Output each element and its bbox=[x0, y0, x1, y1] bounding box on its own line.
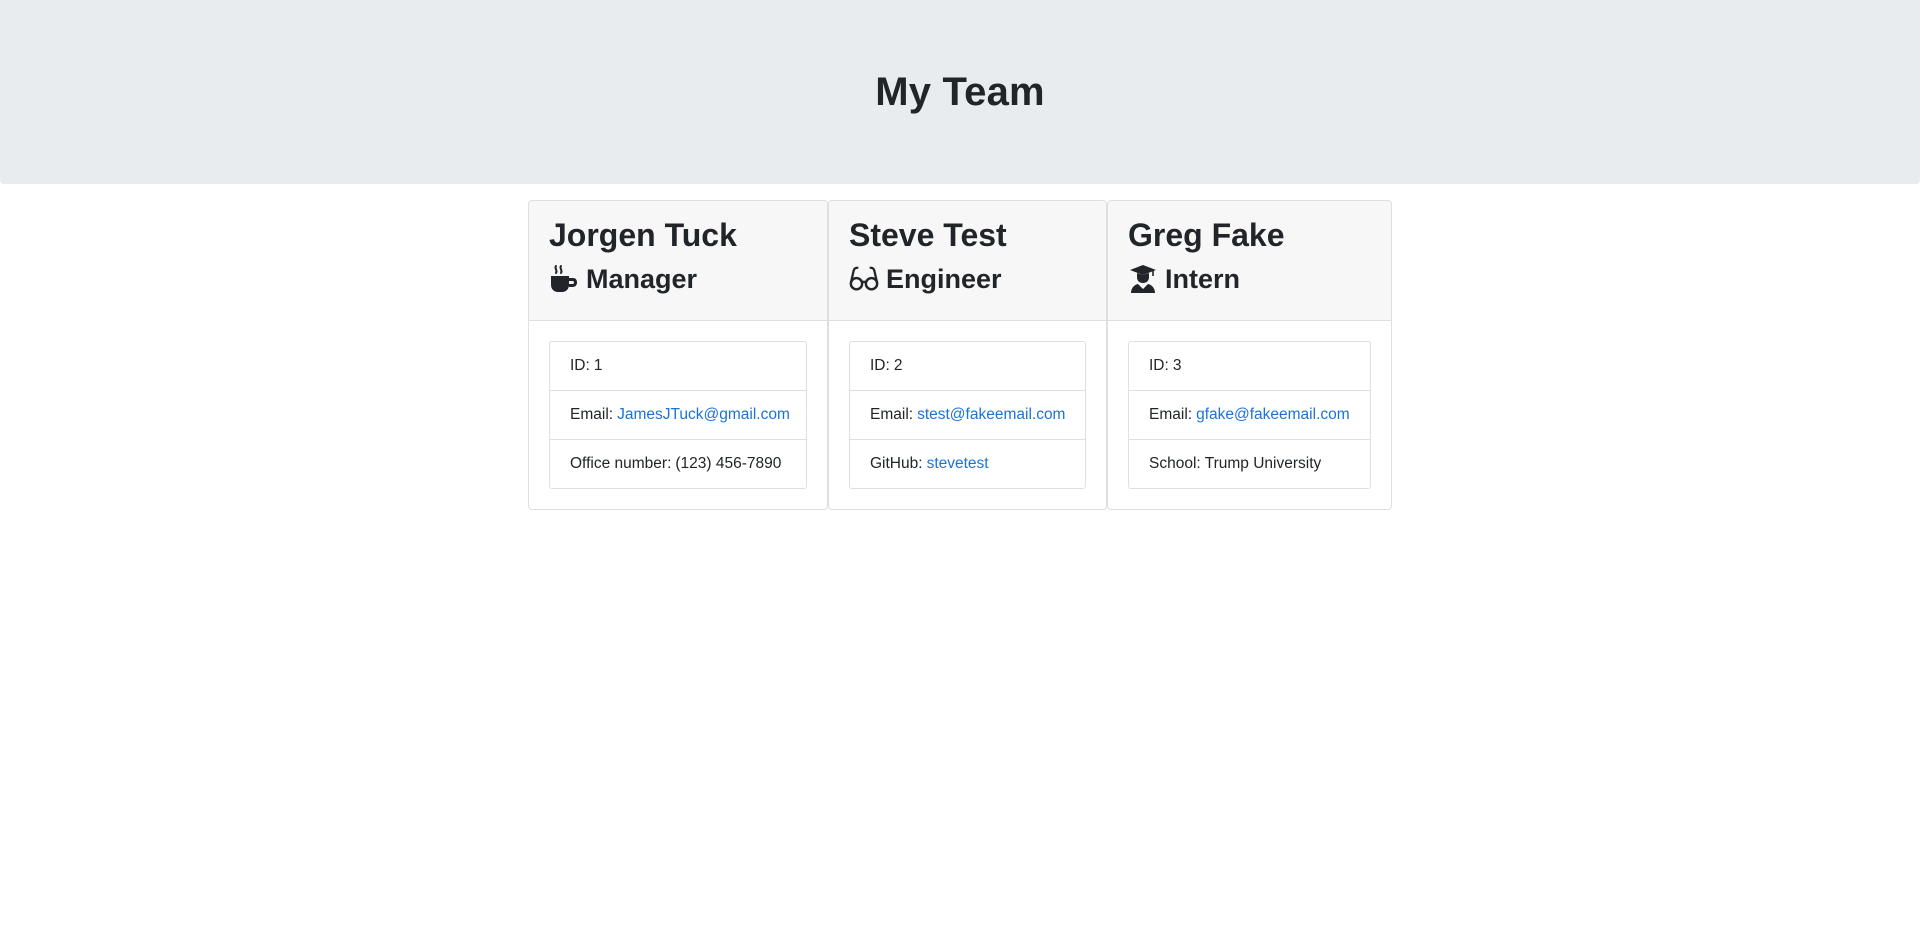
employee-role: Intern bbox=[1128, 263, 1371, 295]
card-header: Greg Fake Intern bbox=[1108, 201, 1391, 321]
mug-icon bbox=[549, 264, 579, 294]
employee-role: Engineer bbox=[849, 263, 1086, 295]
id-label: ID: bbox=[570, 357, 590, 374]
employee-name: Greg Fake bbox=[1128, 217, 1285, 253]
id-value: 3 bbox=[1172, 357, 1182, 374]
employee-name: Steve Test bbox=[849, 217, 1007, 253]
id-row: ID: 3 bbox=[1129, 342, 1370, 391]
employee-card-intern: Greg Fake Intern ID: 3 Email: gfake@fake… bbox=[1107, 200, 1392, 510]
github-link[interactable]: stevetest bbox=[927, 455, 989, 473]
employee-details: ID: 2 Email: stest@fakeemail.com GitHub:… bbox=[849, 341, 1086, 489]
employee-details: ID: 3 Email: gfake@fakeemail.com School:… bbox=[1128, 341, 1371, 489]
id-value: 1 bbox=[593, 357, 603, 374]
email-label: Email: bbox=[570, 406, 614, 423]
id-row: ID: 2 bbox=[850, 342, 1085, 391]
card-body: ID: 2 Email: stest@fakeemail.com GitHub:… bbox=[829, 321, 1106, 509]
email-link[interactable]: stest@fakeemail.com bbox=[917, 406, 1065, 424]
glasses-icon bbox=[849, 264, 879, 294]
github-label: GitHub: bbox=[870, 455, 923, 472]
id-value: 2 bbox=[893, 357, 903, 374]
email-link[interactable]: JamesJTuck@gmail.com bbox=[617, 406, 790, 424]
email-link[interactable]: gfake@fakeemail.com bbox=[1196, 406, 1350, 424]
card-header: Steve Test Engineer bbox=[829, 201, 1106, 321]
role-label: Manager bbox=[586, 264, 698, 294]
employee-name: Jorgen Tuck bbox=[549, 217, 737, 253]
email-label: Email: bbox=[1149, 406, 1193, 423]
team-cards: Jorgen Tuck Manager ID: 1 Email: JamesJT… bbox=[528, 200, 1392, 510]
school-label: School: bbox=[1149, 455, 1201, 472]
card-header: Jorgen Tuck Manager bbox=[529, 201, 827, 321]
email-row: Email: JamesJTuck@gmail.com bbox=[550, 391, 806, 440]
email-row: Email: stest@fakeemail.com bbox=[850, 391, 1085, 440]
email-row: Email: gfake@fakeemail.com bbox=[1129, 391, 1370, 440]
office-number-row: Office number: (123) 456-7890 bbox=[550, 440, 806, 488]
school-row: School: Trump University bbox=[1129, 440, 1370, 488]
school-value: Trump University bbox=[1204, 455, 1322, 472]
office-number-label: Office number: bbox=[570, 455, 672, 472]
id-label: ID: bbox=[1149, 357, 1169, 374]
employee-card-engineer: Steve Test Engineer ID: 2 Email: stest@f… bbox=[828, 200, 1107, 510]
id-label: ID: bbox=[870, 357, 890, 374]
id-row: ID: 1 bbox=[550, 342, 806, 391]
role-label: Engineer bbox=[886, 264, 1002, 294]
employee-role: Manager bbox=[549, 263, 807, 295]
graduate-icon bbox=[1128, 264, 1158, 294]
github-row: GitHub: stevetest bbox=[850, 440, 1085, 488]
role-label: Intern bbox=[1165, 264, 1241, 294]
card-body: ID: 3 Email: gfake@fakeemail.com School:… bbox=[1108, 321, 1391, 509]
office-number-value: (123) 456-7890 bbox=[675, 455, 782, 472]
email-label: Email: bbox=[870, 406, 914, 423]
employee-card-manager: Jorgen Tuck Manager ID: 1 Email: JamesJT… bbox=[528, 200, 828, 510]
page-header: My Team bbox=[0, 0, 1920, 184]
card-body: ID: 1 Email: JamesJTuck@gmail.com Office… bbox=[529, 321, 827, 509]
page-title: My Team bbox=[875, 69, 1045, 114]
employee-details: ID: 1 Email: JamesJTuck@gmail.com Office… bbox=[549, 341, 807, 489]
